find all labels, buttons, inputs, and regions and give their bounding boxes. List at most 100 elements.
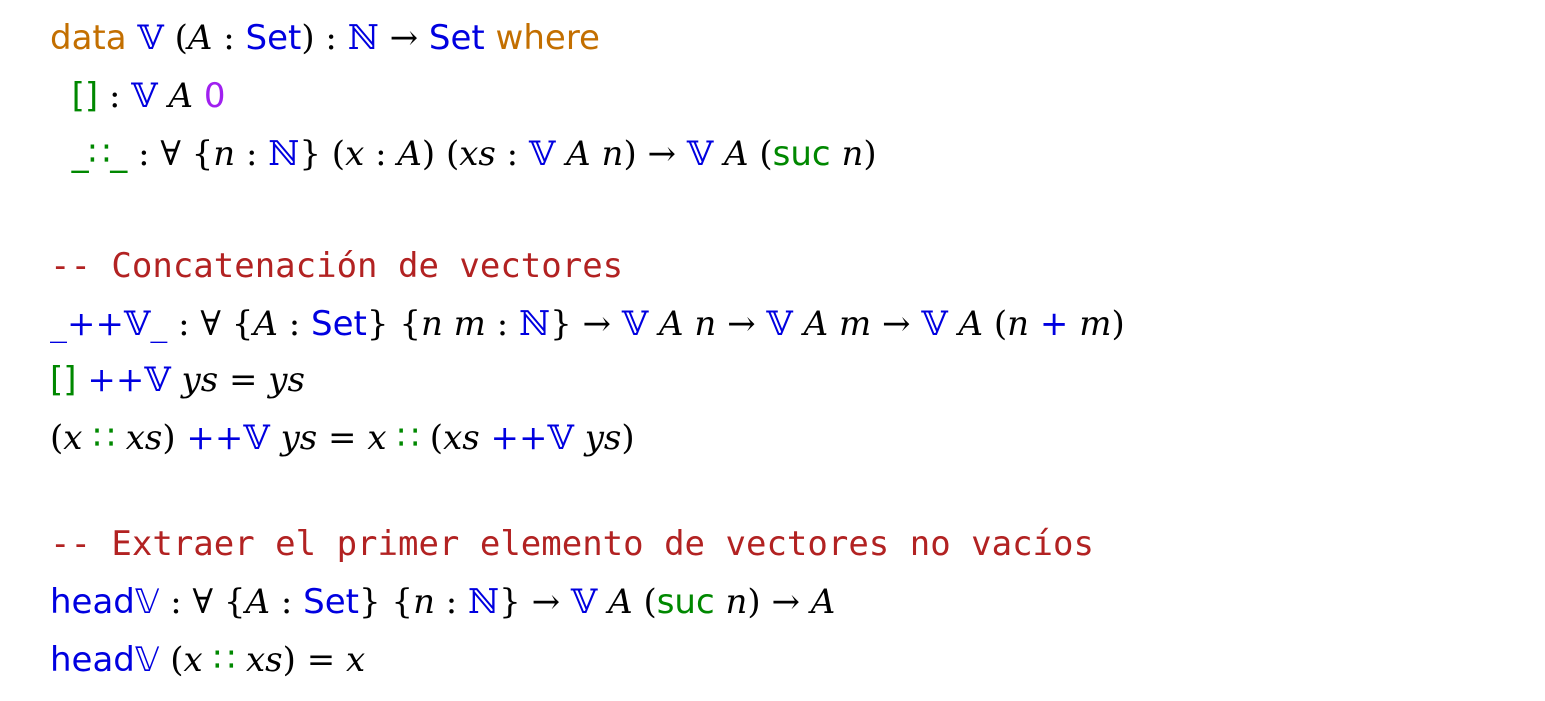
code-token: ) : [301,18,348,58]
code-token: ( [632,582,657,622]
code-token: x [183,640,203,680]
code-token: ( [983,304,1008,344]
type-token: ++𝕍 [186,418,270,458]
code-token: A [810,582,836,622]
constructor-token: ∷ [397,418,419,458]
code-listing: data 𝕍 (A : Set) : ℕ → Set where [] : 𝕍 … [0,0,1545,701]
type-token: Set [245,18,302,58]
code-token: n [1007,304,1030,344]
code-token: x [345,134,365,174]
code-token: A n [659,304,717,344]
code-token: : [434,582,469,622]
code-token: n [841,134,864,174]
code-token: } ( [299,134,346,174]
type-token: 𝕍 [921,304,948,344]
type-token: 𝕍 [137,18,164,58]
code-token: A [566,134,591,174]
code-token: x [63,418,83,458]
code-token: A [397,134,422,174]
comment-line: -- Extraer el primer elemento de vectore… [50,516,1094,572]
code-token: : [235,134,269,174]
type-token: ++𝕍 [490,418,574,458]
code-line: (x ∷ xs) ++𝕍 ys = x ∷ (xs ++𝕍 ys) [50,410,635,466]
code-token: n [213,134,236,174]
code-token: ys [181,360,219,400]
code-token: ) = [282,640,346,680]
type-token: + [1039,304,1069,344]
code-token: → [716,304,767,344]
code-line: _++𝕍_ : ∀ {A : Set} {n m : ℕ} → 𝕍 A n → … [50,296,1125,352]
constructor-token: suc [772,134,831,174]
constructor-token: _∷_ [71,134,128,174]
code-token: ) ( [421,134,460,174]
type-token: Set [303,582,359,622]
type-token: ℕ [518,304,551,344]
code-token: A [724,134,749,174]
type-token: Set [311,304,367,344]
code-token: : [364,134,398,174]
code-token: A [608,582,633,622]
comment-line: -- Concatenación de vectores [50,238,623,294]
type-token: head𝕍 [50,582,160,622]
code-token: x [346,640,366,680]
code-token: ys [584,418,622,458]
code-token: A [187,18,213,58]
constructor-token: [] [71,76,99,116]
code-token: ( [163,18,188,58]
code-token: : ∀ { [167,304,254,344]
code-line: head𝕍 : ∀ {A : Set} {n : ℕ} → 𝕍 A (suc n… [50,574,835,630]
type-token: ℕ [347,18,379,58]
code-token: : ∀ { [159,582,246,622]
code-token: ( [159,640,184,680]
type-token: ℕ [268,134,300,174]
code-token: ys [280,418,318,458]
code-line: head𝕍 (x ∷ xs) = x [50,632,365,688]
code-token: xs [125,418,163,458]
code-token: n m [420,304,486,344]
type-token: 𝕍 [570,582,598,622]
code-token: : ∀ { [127,134,214,174]
code-token: : [270,582,304,622]
code-line: [] : 𝕍 A 0 [50,68,226,124]
code-token: : [495,134,529,174]
code-token: n [601,134,624,174]
code-token: A [168,76,193,116]
code-token: ys [268,360,305,400]
code-token: ) → [747,582,811,622]
code-token: ( [419,418,444,458]
code-line: _∷_ : ∀ {n : ℕ} (x : A) (xs : 𝕍 A n) → 𝕍… [50,126,877,182]
type-token: Set [428,18,485,58]
type-token: 𝕍 [528,134,556,174]
type-token: ++𝕍 [87,360,171,400]
code-token: A m [803,304,872,344]
code-token: ) [162,418,187,458]
type-token: 𝕍 [766,304,793,344]
code-token: : [485,304,519,344]
code-token: ) → [623,134,687,174]
code-token: } → [550,304,622,344]
number-token: 0 [203,76,226,116]
constructor-token: ∷ [213,640,236,680]
type-token: 𝕍 [621,304,649,344]
code-token: xs [459,134,496,174]
